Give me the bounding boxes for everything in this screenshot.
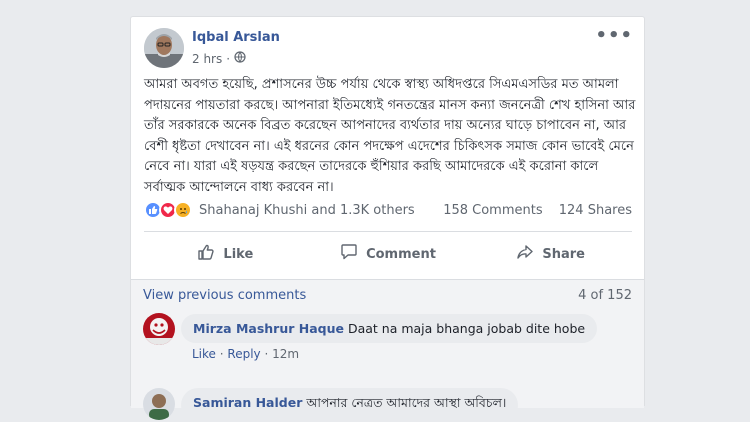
comment-bubble: Mirza Mashrur Haque Daat na maja bhanga … [181,314,598,343]
like-button[interactable]: Like [144,239,307,269]
comment-like-link[interactable]: Like [192,347,216,361]
like-button-label: Like [223,246,254,262]
post-counts: 158 Comments 124 Shares [431,203,632,218]
author-photo [144,28,184,68]
post-actions-bar: Like Comment Share [144,239,632,269]
comment-author[interactable]: Mirza Mashrur Haque [193,321,344,336]
thumbs-up-icon [197,243,215,265]
comment-button[interactable]: Comment [307,239,470,269]
post-author-name[interactable]: Iqbal Arslan [192,30,280,45]
post-card: Iqbal Arslan 2 hrs · ••• আমরা অবগত হয়েছ… [130,16,645,422]
view-previous-comments-link[interactable]: View previous comments [143,288,306,303]
comments-section: View previous comments 4 of 152 Mirza Ma… [131,279,644,422]
share-button[interactable]: Share [469,239,632,269]
reactions-summary[interactable]: Shahanaj Khushi and 1.3K others [144,201,415,219]
comment-bubble-icon [340,243,358,265]
comment-button-label: Comment [366,246,436,262]
comment-reply-link[interactable]: Reply [227,347,260,361]
globe-icon[interactable] [234,51,246,66]
comment-author[interactable]: Samiran Halder [193,395,302,410]
share-button-label: Share [542,246,585,262]
comment-time[interactable]: 12m [272,347,299,361]
comments-pager: 4 of 152 [578,288,632,303]
sad-reaction-icon [174,201,192,219]
comment-text: Daat na maja bhanga jobab dite hobe [347,321,586,336]
reactions-names[interactable]: Shahanaj Khushi and 1.3K others [199,203,415,218]
post-time[interactable]: 2 hrs [192,52,222,66]
divider [144,231,632,232]
author-avatar[interactable] [144,28,184,68]
comment-text: আপনার নেত্রত আমাদের আস্থা অবিচল। [306,395,507,410]
share-arrow-icon [516,243,534,265]
comment-bubble: Samiran Halder আপনার নেত্রত আমাদের আস্থা… [181,388,519,422]
shares-count-link[interactable]: 124 Shares [559,203,632,218]
comment-actions: Like · Reply · 12m [192,347,300,361]
commenter-avatar[interactable] [143,313,175,345]
comments-count-link[interactable]: 158 Comments [443,203,542,218]
commenter-avatar[interactable] [143,388,175,420]
post-text: আমরা অবগত হয়েছি, প্রশাসনের উচ্চ পর্যায়… [144,77,636,195]
more-dots-icon[interactable]: ••• [595,25,633,46]
post-meta: 2 hrs · [192,51,246,66]
